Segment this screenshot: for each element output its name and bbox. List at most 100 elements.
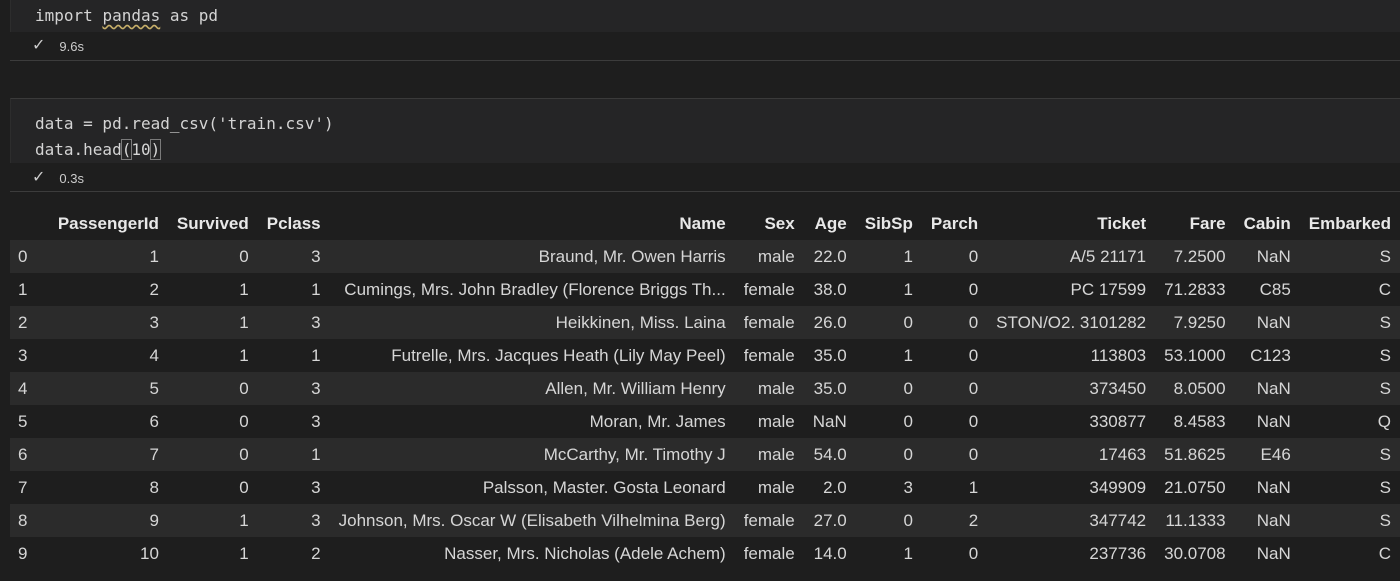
table-cell: 0 <box>968 279 979 299</box>
table-cell: male <box>757 477 795 497</box>
table-cell: Johnson, Mrs. Oscar W (Elisabeth Vilhelm… <box>338 510 726 530</box>
table-cell: NaN <box>1256 510 1291 530</box>
table-cell: 2 <box>968 510 979 530</box>
table-cell: 1 <box>239 312 249 332</box>
table-cell: 1 <box>311 444 321 464</box>
table-cell: 0 <box>903 444 913 464</box>
table-cell: 11.1333 <box>1165 510 1226 530</box>
table-cell: 2 <box>311 543 321 563</box>
table-cell: NaN <box>1256 378 1291 398</box>
table-cell: 1 <box>239 345 249 365</box>
table-cell: Q <box>1377 411 1391 431</box>
table-cell: 3 <box>311 246 321 266</box>
table-cell: 373450 <box>1089 378 1147 398</box>
table-cell: 0 <box>903 411 913 431</box>
table-row: 6 7 0 1 McCarthy, Mr. Timothy J male 54.0 0 0 174… <box>10 438 1400 471</box>
table-row: 0 1 0 3 Braund, Mr. Owen Harris male 22.0 1 0 A/5… <box>10 240 1400 273</box>
row-index: 0 <box>18 246 28 266</box>
table-cell: male <box>757 411 795 431</box>
row-index: 6 <box>18 444 28 464</box>
row-index: 2 <box>18 312 28 332</box>
table-cell: 0 <box>903 312 913 332</box>
table-cell: 1 <box>903 279 913 299</box>
table-cell: male <box>757 378 795 398</box>
row-index: 9 <box>18 543 28 563</box>
table-cell: female <box>743 279 795 299</box>
table-cell: female <box>743 312 795 332</box>
code-line: data = pd.read_csv('train.csv') <box>35 114 334 133</box>
table-cell: S <box>1379 477 1391 497</box>
table-cell: Allen, Mr. William Henry <box>545 378 726 398</box>
column-header: Pclass <box>257 207 330 240</box>
table-cell: PC 17599 <box>1070 279 1147 299</box>
table-cell: 1 <box>311 345 321 365</box>
table-cell: 27.0 <box>813 510 847 530</box>
table-cell: 0 <box>968 444 979 464</box>
dataframe-table: PassengerId Survived Pclass Name Sex Age… <box>10 207 1400 570</box>
row-index: 4 <box>18 378 28 398</box>
table-cell: 1 <box>903 345 913 365</box>
column-header: Sex <box>734 207 804 240</box>
table-cell: 349909 <box>1089 477 1147 497</box>
table-cell: 1 <box>311 279 321 299</box>
table-cell: C123 <box>1250 345 1291 365</box>
cell-editor[interactable]: import pandas as pd <box>10 0 1400 32</box>
table-row: 1 2 1 1 Cumings, Mrs. John Bradley (Florence… <box>10 273 1400 306</box>
table-cell: 7.2500 <box>1173 246 1226 266</box>
execution-time: 0.3s <box>59 170 84 186</box>
table-row: 2 3 1 3 Heikkinen, Miss. Laina female 26.0 0 0 ST… <box>10 306 1400 339</box>
column-header: SibSp <box>855 207 922 240</box>
bracket-match: ( <box>120 139 133 160</box>
table-cell: 0 <box>968 378 979 398</box>
table-cell: 54.0 <box>813 444 847 464</box>
table-cell: 0 <box>903 510 913 530</box>
table-cell: 14.0 <box>813 543 847 563</box>
table-cell: 3 <box>311 477 321 497</box>
table-cell: 3 <box>311 510 321 530</box>
table-cell: S <box>1379 246 1391 266</box>
execution-status: ✓ 9.6s <box>32 36 84 56</box>
column-header: Embarked <box>1299 207 1400 240</box>
code-cell-read-csv[interactable]: data = pd.read_csv('train.csv') data.head… <box>10 98 1400 192</box>
code-line[interactable]: import pandas as pd <box>35 3 218 29</box>
table-cell: female <box>743 543 795 563</box>
table-cell: Braund, Mr. Owen Harris <box>538 246 726 266</box>
checkmark-icon: ✓ <box>32 169 46 186</box>
table-cell: 0 <box>968 411 979 431</box>
table-cell: C85 <box>1259 279 1291 299</box>
column-header: Ticket <box>987 207 1156 240</box>
table-cell: 3 <box>311 312 321 332</box>
table-cell: 17463 <box>1098 444 1147 464</box>
execution-status: ✓ 0.3s <box>32 168 84 188</box>
table-cell: 0 <box>968 543 979 563</box>
table-cell: NaN <box>1256 246 1291 266</box>
table-cell: female <box>743 345 795 365</box>
table-cell: 0 <box>239 477 249 497</box>
table-cell: 5 <box>149 378 159 398</box>
table-cell: 3 <box>311 378 321 398</box>
table-cell: 8.0500 <box>1173 378 1226 398</box>
table-cell: male <box>757 246 795 266</box>
cell-divider <box>10 191 1400 192</box>
cell-divider <box>10 60 1400 61</box>
code-cell-import[interactable]: import pandas as pd ✓ 9.6s <box>10 0 1400 58</box>
table-row: 4 5 0 3 Allen, Mr. William Henry male 35.0 0 0 37… <box>10 372 1400 405</box>
table-cell: 113803 <box>1090 345 1147 365</box>
column-header: Survived <box>167 207 258 240</box>
table-cell: Moran, Mr. James <box>589 411 726 431</box>
table-row: 5 6 0 3 Moran, Mr. James male NaN 0 0 330877 8.458… <box>10 405 1400 438</box>
cell-editor[interactable]: data = pd.read_csv('train.csv') data.head… <box>10 98 1400 163</box>
table-cell: 71.2833 <box>1164 279 1226 299</box>
table-cell: 1 <box>239 279 249 299</box>
table-row: 9 10 1 2 Nasser, Mrs. Nicholas (Adele Achem)… <box>10 537 1400 570</box>
table-row: 8 9 1 3 Johnson, Mrs. Oscar W (Elisabeth Vil… <box>10 504 1400 537</box>
table-cell: Futrelle, Mrs. Jacques Heath (Lily May P… <box>391 345 726 365</box>
table-row: 3 4 1 1 Futrelle, Mrs. Jacques Heath (Lily M… <box>10 339 1400 372</box>
code-block[interactable]: data = pd.read_csv('train.csv') data.head… <box>35 111 334 163</box>
table-cell: S <box>1379 444 1391 464</box>
table-cell: S <box>1379 345 1391 365</box>
table-cell: male <box>757 444 795 464</box>
table-header-row: PassengerId Survived Pclass Name Sex Age… <box>10 207 1400 240</box>
table-cell: 26.0 <box>813 312 847 332</box>
table-cell: NaN <box>812 411 847 431</box>
